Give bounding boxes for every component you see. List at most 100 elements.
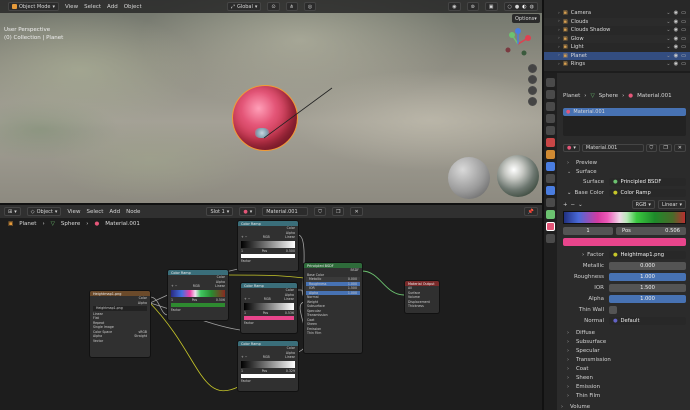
volume-panel-header[interactable]: › Volume bbox=[559, 402, 690, 410]
outliner-item[interactable]: › ▣ Glow ⌄ ◉ ▭ bbox=[544, 34, 690, 43]
render-tab-icon[interactable] bbox=[546, 90, 555, 99]
add-stop-icon[interactable]: + bbox=[563, 202, 568, 208]
eye-icon[interactable]: ◉ bbox=[674, 19, 679, 25]
filter-icon[interactable]: ⌄ bbox=[666, 53, 670, 59]
snap-button[interactable]: ⋔ bbox=[285, 2, 298, 11]
outliner-item[interactable]: › ▣ Clouds ⌄ ◉ ▭ bbox=[544, 17, 690, 26]
surface-panel-header[interactable]: ⌄ Surface bbox=[559, 167, 690, 176]
outliner-item[interactable]: › ▣ Clouds Shadow ⌄ ◉ ▭ bbox=[544, 26, 690, 35]
color-ramp-node-top[interactable]: Color Ramp Color Alpha + − RGB Linear 1 Pos… bbox=[237, 220, 299, 272]
texture-tab-icon[interactable] bbox=[546, 234, 555, 243]
expand-arrow-icon[interactable]: › bbox=[558, 28, 560, 33]
modifier-tab-icon[interactable] bbox=[546, 162, 555, 171]
subpanel-header[interactable]: › Diffuse bbox=[559, 328, 690, 337]
color-ramp-gradient[interactable] bbox=[171, 289, 225, 297]
filter-icon[interactable]: ⌄ bbox=[666, 19, 670, 25]
expand-arrow-icon[interactable]: › bbox=[558, 19, 560, 24]
scene-tab-icon[interactable] bbox=[546, 126, 555, 135]
visibility-button[interactable]: ◉ bbox=[448, 2, 461, 11]
eye-icon[interactable]: ◉ bbox=[674, 27, 679, 33]
expand-arrow-icon[interactable]: › bbox=[558, 62, 560, 67]
subpanel-header[interactable]: › Sheen bbox=[559, 373, 690, 382]
factor-link-field[interactable]: ● Heightmap1.png bbox=[609, 251, 686, 259]
metallic-slider[interactable]: 0.000 bbox=[609, 262, 686, 270]
subpanel-header[interactable]: › Emission bbox=[559, 382, 690, 391]
area-divider[interactable] bbox=[0, 203, 542, 205]
stop-position-field[interactable]: Pos 0.506 bbox=[616, 227, 686, 235]
image-texture-node[interactable]: Heightmap1.png Color Alpha Heightmap1.pn… bbox=[89, 290, 151, 358]
material-slot-list[interactable]: ● Material.001 bbox=[563, 108, 686, 136]
proportional-edit-button[interactable]: ◎ bbox=[303, 2, 317, 11]
ortho-grid-icon[interactable] bbox=[528, 97, 537, 106]
eye-icon[interactable]: ◉ bbox=[674, 44, 679, 50]
menu-select[interactable]: Select bbox=[84, 4, 101, 10]
material-name-field[interactable]: Material.001 bbox=[581, 144, 644, 152]
color-ramp-gradient[interactable] bbox=[241, 240, 295, 248]
subpanel-header[interactable]: › Specular bbox=[559, 346, 690, 355]
camera-render-icon[interactable]: ▭ bbox=[681, 10, 686, 16]
viewport-area[interactable]: Object Mode ▾ View Select Add Object ⤢ G… bbox=[0, 0, 542, 203]
color-ramp-node-main[interactable]: Color Ramp Color Alpha + − RGB Linear 1 Pos… bbox=[167, 269, 229, 321]
ramp-interpolation-dropdown[interactable]: Linear ▾ bbox=[657, 200, 686, 209]
color-ramp-gradient[interactable] bbox=[563, 211, 686, 224]
navigation-gizmo[interactable] bbox=[500, 26, 536, 62]
menu-object[interactable]: Object bbox=[124, 4, 142, 10]
preview-panel-header[interactable]: › Preview bbox=[559, 158, 690, 167]
expand-arrow-icon[interactable]: › bbox=[558, 53, 560, 58]
filter-icon[interactable]: ⌄ bbox=[666, 61, 670, 67]
image-file-field[interactable]: Heightmap1.png bbox=[93, 306, 147, 311]
physics-tab-icon[interactable] bbox=[546, 186, 555, 195]
particles-tab-icon[interactable] bbox=[546, 174, 555, 183]
expand-arrow-icon[interactable]: › bbox=[558, 36, 560, 41]
outliner-item[interactable]: › ▣ Planet ⌄ ◉ ▭ bbox=[544, 51, 690, 60]
ramp-stop-color[interactable] bbox=[171, 303, 225, 307]
color-ramp-node-mid[interactable]: Color Ramp Color Alpha + − RGB Linear 1 Pos… bbox=[240, 282, 298, 334]
duplicate-material-button[interactable]: ❐ bbox=[659, 144, 672, 152]
surface-shader-field[interactable]: ● Principled BSDF bbox=[609, 178, 686, 186]
eye-icon[interactable]: ◉ bbox=[674, 53, 679, 59]
ramp-menu-icon[interactable]: ⌄ bbox=[578, 202, 583, 208]
material-slot-item[interactable]: ● Material.001 bbox=[563, 108, 686, 116]
output-tab-icon[interactable] bbox=[546, 102, 555, 111]
material-output-node[interactable]: Material Output All Surface Volume Displ… bbox=[404, 280, 440, 314]
color-ramp-gradient[interactable] bbox=[241, 360, 295, 368]
expand-arrow-icon[interactable]: › bbox=[558, 45, 560, 50]
subpanel-header[interactable]: › Transmission bbox=[559, 355, 690, 364]
properties-editor[interactable]: Planet › ▽ Sphere › ● Material.001 ● Mat… bbox=[544, 73, 690, 410]
ramp-stop-color[interactable] bbox=[241, 254, 295, 258]
constraints-tab-icon[interactable] bbox=[546, 198, 555, 207]
outliner[interactable]: › ▣ Camera ⌄ ◉ ▭ › ▣ Clouds ⌄ ◉ ▭ › ▣ Clouds Shadow ⌄ ◉ ▭… bbox=[544, 0, 690, 71]
eye-icon[interactable]: ◉ bbox=[674, 10, 679, 16]
filter-icon[interactable]: ⌄ bbox=[666, 27, 670, 33]
data-tab-icon[interactable] bbox=[546, 210, 555, 219]
camera-render-icon[interactable]: ▭ bbox=[681, 53, 686, 59]
camera-render-icon[interactable]: ▭ bbox=[681, 61, 686, 67]
fake-user-button[interactable]: ⛉ bbox=[645, 144, 658, 152]
camera-render-icon[interactable]: ▭ bbox=[681, 19, 686, 25]
ramp-stop-color[interactable] bbox=[241, 374, 295, 378]
material-browse-button[interactable]: ● ▾ bbox=[563, 144, 580, 152]
overlays-button[interactable]: ⊚ bbox=[466, 2, 479, 11]
expand-arrow-icon[interactable]: › bbox=[558, 11, 560, 16]
outliner-item[interactable]: › ▣ Rings ⌄ ◉ ▭ bbox=[544, 60, 690, 69]
outliner-item[interactable]: › ▣ Camera ⌄ ◉ ▭ bbox=[544, 9, 690, 18]
normal-field[interactable]: ● Default bbox=[609, 317, 686, 325]
alpha-slider[interactable]: 1.000 bbox=[609, 295, 686, 303]
shading-modes[interactable]: ○ ● ◐ ◍ bbox=[503, 2, 538, 11]
menu-view[interactable]: View bbox=[65, 4, 78, 10]
principled-bsdf-node[interactable]: Principled BSDF BSDF Base Color Metallic… bbox=[303, 262, 363, 354]
remove-stop-icon[interactable]: − bbox=[571, 202, 576, 208]
thin-wall-checkbox[interactable] bbox=[609, 306, 617, 314]
subpanel-header[interactable]: › Thin Film bbox=[559, 391, 690, 400]
view-layer-tab-icon[interactable] bbox=[546, 114, 555, 123]
object-tab-icon[interactable] bbox=[546, 150, 555, 159]
node-editor[interactable]: ⊞ ▾ ◇ Object ▾ View Select Add Node Slot 1 ▾… bbox=[0, 205, 542, 410]
ramp-stop-color-swatch[interactable] bbox=[563, 238, 686, 246]
pivot-button[interactable]: ⊙ bbox=[267, 2, 280, 11]
camera-render-icon[interactable]: ▭ bbox=[681, 44, 686, 50]
mode-dropdown[interactable]: Object Mode ▾ bbox=[8, 2, 60, 11]
eye-icon[interactable]: ◉ bbox=[674, 36, 679, 42]
outliner-item[interactable]: › ▣ Light ⌄ ◉ ▭ bbox=[544, 43, 690, 52]
eye-icon[interactable]: ◉ bbox=[674, 61, 679, 67]
subpanel-header[interactable]: › Subsurface bbox=[559, 337, 690, 346]
